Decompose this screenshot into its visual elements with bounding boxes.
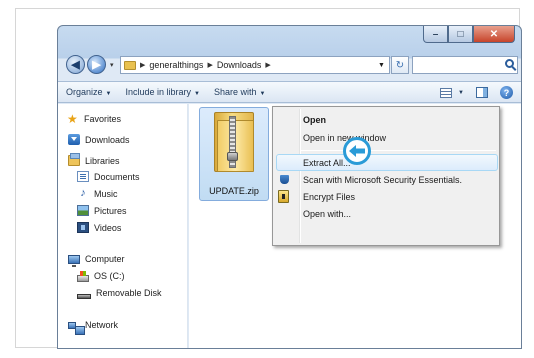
videos-icon xyxy=(77,222,89,233)
menu-item-open[interactable]: Open xyxy=(303,115,326,125)
sidebar-item-documents[interactable]: Documents xyxy=(77,171,140,182)
folder-icon xyxy=(124,60,136,70)
removable-disk-icon xyxy=(77,293,91,299)
navigation-pane: ★ Favorites Downloads Libraries Document… xyxy=(58,104,188,348)
views-icon xyxy=(440,87,453,98)
refresh-icon: ↻ xyxy=(395,59,405,71)
sidebar-item-music[interactable]: ♪ Music xyxy=(77,187,118,199)
recent-pages-dropdown[interactable]: ▾ xyxy=(110,61,114,69)
file-item-update-zip[interactable]: UPDATE.zip xyxy=(199,107,269,201)
back-arrow-icon: ◀ xyxy=(71,59,80,71)
forward-button[interactable]: ▶ xyxy=(87,55,106,74)
sidebar-item-label: Network xyxy=(85,320,119,330)
menu-item-scan[interactable]: Scan with Microsoft Security Essentials. xyxy=(303,175,462,185)
music-icon: ♪ xyxy=(80,187,86,199)
star-icon: ★ xyxy=(67,112,78,126)
search-input[interactable] xyxy=(412,56,518,74)
sidebar-item-label: OS (C:) xyxy=(94,271,125,281)
minimize-button[interactable]: – xyxy=(423,26,448,43)
sidebar-item-network[interactable]: Network xyxy=(68,320,119,335)
menu-item-extract-all[interactable]: Extract All... xyxy=(303,158,351,168)
sidebar-item-favorites[interactable]: ★ Favorites xyxy=(67,113,121,125)
sidebar-item-label: Removable Disk xyxy=(96,288,162,298)
refresh-button[interactable]: ↻ xyxy=(391,56,409,74)
sidebar-item-label: Documents xyxy=(94,171,140,182)
sidebar-item-os-drive[interactable]: OS (C:) xyxy=(77,270,125,282)
downloads-icon xyxy=(68,134,80,145)
zip-folder-icon xyxy=(214,112,254,172)
arrow-left-icon xyxy=(343,137,371,165)
sidebar-item-label: Videos xyxy=(94,222,122,233)
back-button[interactable]: ◀ xyxy=(66,55,85,74)
close-button[interactable]: ✕ xyxy=(473,26,515,43)
search-icon[interactable] xyxy=(505,59,514,68)
maximize-button[interactable]: □ xyxy=(448,26,473,43)
chevron-right-icon[interactable]: ▶ xyxy=(207,61,212,69)
menu-item-encrypt-files[interactable]: Encrypt Files xyxy=(303,192,355,202)
sidebar-item-downloads[interactable]: Downloads xyxy=(68,134,130,145)
views-button[interactable]: ▼ xyxy=(440,87,464,98)
shield-icon xyxy=(279,175,290,187)
sidebar-item-label: Libraries xyxy=(85,155,120,166)
sidebar-item-label: Music xyxy=(94,188,118,199)
sidebar-item-removable-disk[interactable]: Removable Disk xyxy=(77,288,162,299)
lock-icon xyxy=(278,190,289,203)
chevron-down-icon[interactable]: ▼ xyxy=(373,61,389,69)
address-bar[interactable]: ▶ generalthings ▶ Downloads ▶ ▼ xyxy=(120,56,390,74)
computer-icon xyxy=(68,254,80,267)
chevron-down-icon: ▼ xyxy=(194,91,200,97)
network-icon xyxy=(68,321,85,335)
menu-item-open-new-window[interactable]: Open in new window xyxy=(303,133,386,143)
sidebar-item-label: Computer xyxy=(85,254,125,264)
libraries-icon xyxy=(68,153,80,166)
menu-item-open-with[interactable]: Open with... xyxy=(303,209,351,219)
sidebar-item-label: Pictures xyxy=(94,205,127,216)
organize-menu[interactable]: Organize ▼ xyxy=(66,87,111,97)
sidebar-item-computer[interactable]: Computer xyxy=(68,254,125,267)
command-bar: Organize ▼ Include in library ▼ Share with… xyxy=(58,81,521,103)
breadcrumb-generalthings[interactable]: generalthings xyxy=(149,60,203,70)
pictures-icon xyxy=(77,205,89,216)
forward-arrow-icon: ▶ xyxy=(92,59,101,71)
chevron-right-icon[interactable]: ▶ xyxy=(140,61,145,69)
documents-icon xyxy=(77,171,89,182)
caption-buttons: – □ ✕ xyxy=(423,26,515,44)
sidebar-item-label: Favorites xyxy=(84,114,122,124)
chevron-down-icon: ▼ xyxy=(458,89,464,96)
context-menu: Open Open in new window Extract All... S… xyxy=(272,106,500,246)
include-in-library-menu[interactable]: Include in library ▼ xyxy=(125,87,199,97)
menu-separator xyxy=(301,150,496,151)
sidebar-item-libraries[interactable]: Libraries xyxy=(68,153,120,166)
preview-pane-icon[interactable] xyxy=(476,87,488,98)
sidebar-item-label: Downloads xyxy=(85,134,130,145)
command-bar-right: ▼ ? xyxy=(440,86,513,99)
chevron-right-icon[interactable]: ▶ xyxy=(265,61,270,69)
chevron-down-icon: ▼ xyxy=(259,91,266,97)
sidebar-item-videos[interactable]: Videos xyxy=(77,222,121,233)
sidebar-item-pictures[interactable]: Pictures xyxy=(77,205,127,216)
file-name: UPDATE.zip xyxy=(209,186,259,196)
share-with-menu[interactable]: Share with ▼ xyxy=(214,87,265,97)
hard-drive-icon xyxy=(77,270,89,282)
screenshot-frame: – □ ✕ ◀ ▶ ▾ ▶ generalthings ▶ Downloads … xyxy=(15,8,522,349)
help-icon[interactable]: ? xyxy=(500,86,513,99)
breadcrumb-downloads[interactable]: Downloads xyxy=(217,60,262,70)
chevron-down-icon: ▼ xyxy=(105,91,112,97)
